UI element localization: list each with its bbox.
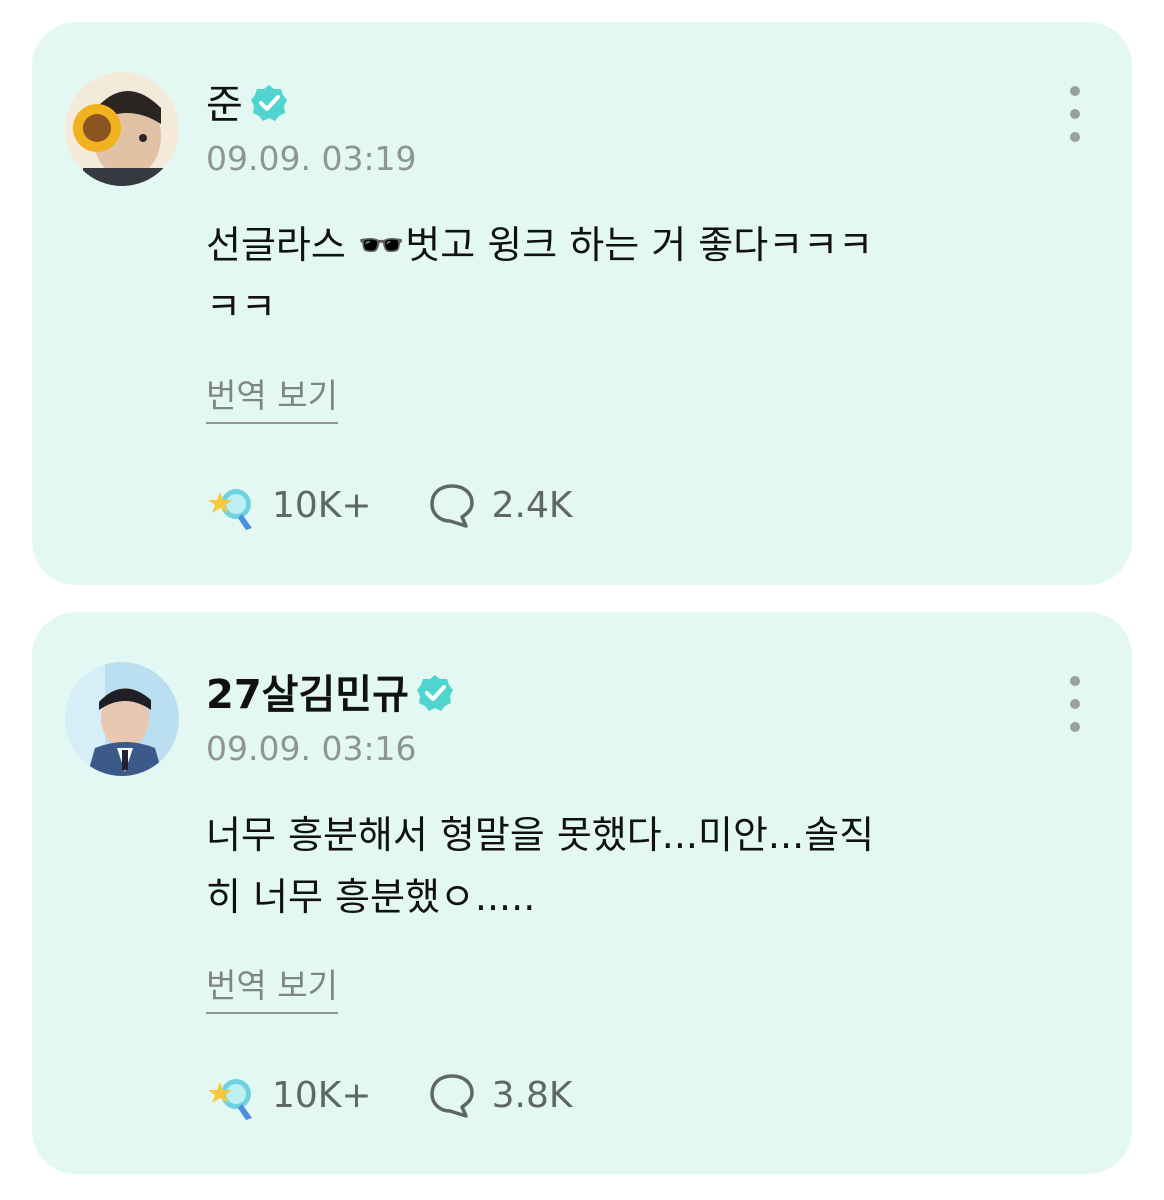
avatar[interactable] (65, 662, 179, 776)
speech-bubble-icon (429, 484, 474, 528)
speech-bubble-icon (429, 1074, 474, 1118)
post-stats: 10K+ 2.4K (206, 480, 572, 532)
post-card[interactable]: 27살김민규 09.09. 03:16 너무 흥분해서 형말을 못했다...미안… (32, 612, 1132, 1174)
post-body: 선글라스 🕶️벗고 윙크 하는 거 좋다ㅋㅋㅋ ㅋㅋ (206, 223, 874, 329)
more-vertical-icon (1070, 676, 1080, 686)
translate-link[interactable]: 번역 보기 (206, 374, 338, 424)
more-options-button[interactable] (1060, 676, 1090, 732)
post-stats: 10K+ 3.8K (206, 1070, 572, 1122)
more-dot (1070, 722, 1080, 732)
post-card[interactable]: 준 09.09. 03:19 선글라스 🕶️벗고 윙크 하는 거 좋다ㅋㅋㅋ ㅋ… (32, 22, 1132, 585)
like-stat[interactable]: 10K+ (206, 1070, 372, 1122)
comment-stat[interactable]: 3.8K (426, 1070, 573, 1122)
verified-badge-icon (250, 85, 287, 121)
translate-link[interactable]: 번역 보기 (206, 964, 338, 1014)
comment-count: 3.8K (491, 1075, 573, 1116)
avatar-image (65, 72, 179, 186)
like-count: 10K+ (272, 1075, 372, 1116)
more-vertical-icon (1070, 86, 1080, 96)
more-dot (1070, 699, 1080, 709)
verified-badge-icon (416, 675, 453, 711)
like-stat[interactable]: 10K+ (206, 480, 372, 532)
avatar[interactable] (65, 72, 179, 186)
avatar-image (65, 662, 179, 776)
more-dot (1070, 132, 1080, 142)
timestamp: 09.09. 03:19 (206, 139, 417, 178)
post-body: 너무 흥분해서 형말을 못했다...미안...솔직 히 너무 흥분했ㅇ..... (206, 813, 875, 919)
timestamp: 09.09. 03:16 (206, 729, 417, 768)
more-dot (1070, 109, 1080, 119)
username[interactable]: 27살김민규 (206, 670, 409, 720)
more-options-button[interactable] (1060, 86, 1090, 142)
star-lightstick-icon (208, 1079, 252, 1120)
star-lightstick-icon (208, 489, 252, 530)
like-count: 10K+ (272, 485, 372, 526)
comment-stat[interactable]: 2.4K (426, 480, 573, 532)
username[interactable]: 준 (206, 80, 243, 130)
comment-count: 2.4K (491, 485, 573, 526)
